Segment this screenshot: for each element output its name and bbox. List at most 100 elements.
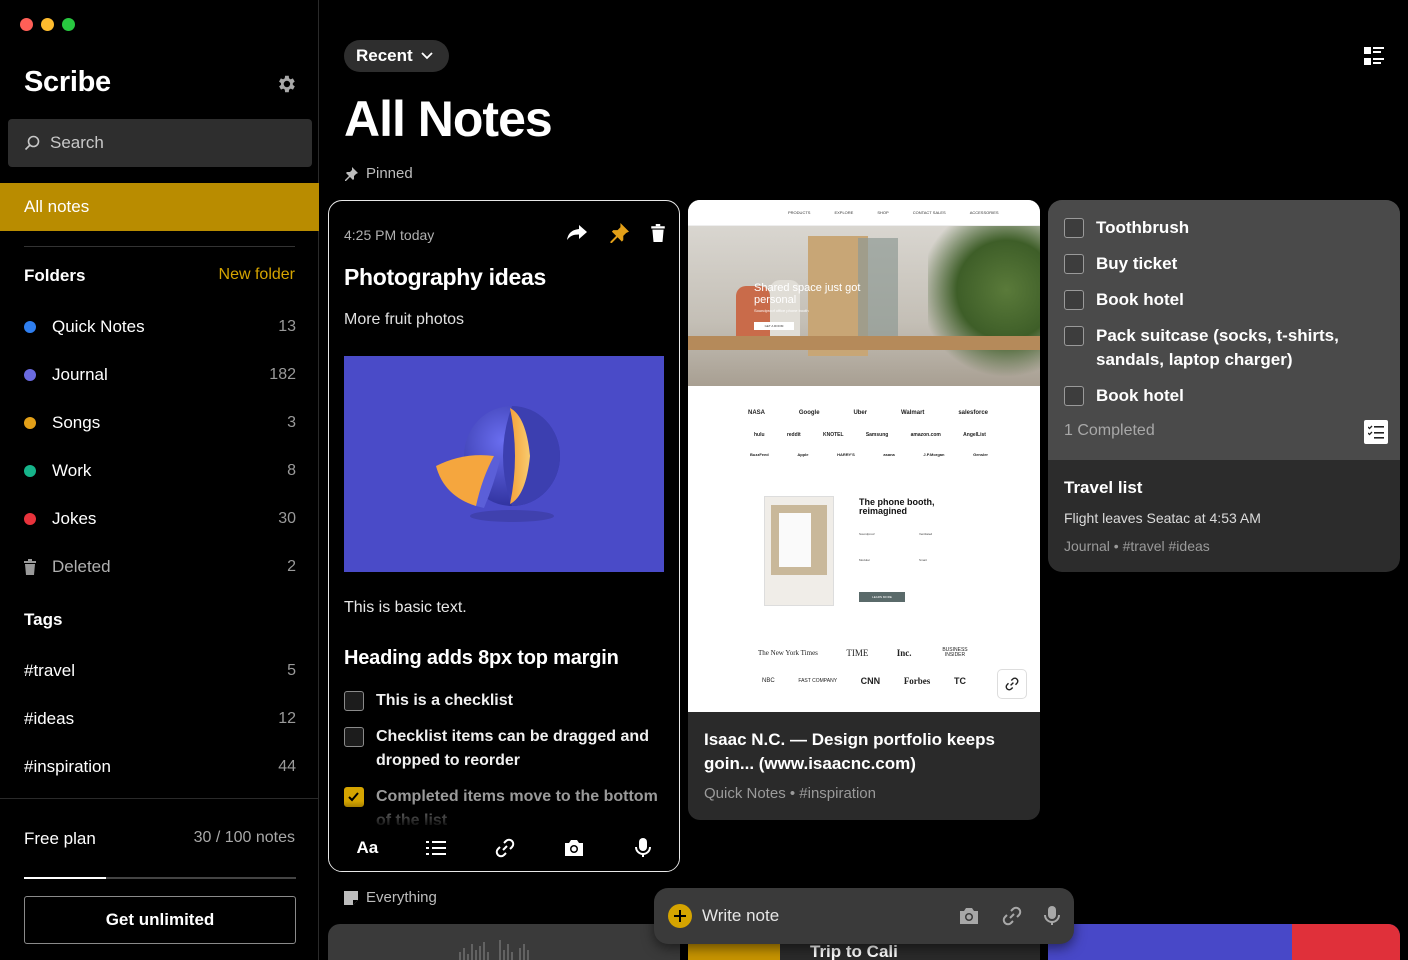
client-logos-row: hulu reddit KNOTEL Samsung amazon.com An… xyxy=(754,432,986,438)
checklist-item[interactable]: This is a checklist xyxy=(344,689,664,713)
page-title: All Notes xyxy=(344,91,553,147)
checklist-item[interactable]: Buy ticket xyxy=(1064,252,1374,276)
note-card[interactable] xyxy=(1048,924,1400,960)
web-clip-card[interactable]: PRODUCTS EXPLORE SHOP CONTACT SALES ACCE… xyxy=(688,200,1040,820)
microphone-button[interactable] xyxy=(623,838,663,858)
press-logo: TIME xyxy=(846,648,869,658)
sidebar-item-quick-notes[interactable]: Quick Notes 13 xyxy=(24,315,296,339)
close-window-button[interactable] xyxy=(20,18,33,31)
list-icon xyxy=(426,841,447,855)
note-subtitle[interactable]: More fruit photos xyxy=(344,311,464,329)
note-card[interactable] xyxy=(328,924,680,960)
main-content: Recent All Notes Pinned 4:25 PM today Ph… xyxy=(320,0,1408,960)
checklist-item[interactable]: Pack suitcase (socks, t-shirts, sandals,… xyxy=(1064,324,1374,372)
client-logo: HARRY'S xyxy=(837,452,855,457)
press-logo: CNN xyxy=(860,676,881,686)
client-logo: Samsung xyxy=(865,432,889,438)
note-editor-card[interactable]: 4:25 PM today Photography ideas More fru… xyxy=(328,200,680,872)
sort-label: Recent xyxy=(356,46,413,65)
pin-icon[interactable] xyxy=(609,223,629,243)
press-logo: BUSINESS INSIDER xyxy=(942,647,968,658)
search-placeholder: Search xyxy=(50,133,104,152)
folder-color-dot xyxy=(24,465,36,477)
link-icon xyxy=(495,838,515,858)
checkbox[interactable] xyxy=(344,691,364,711)
sidebar-item-tag-inspiration[interactable]: #inspiration 44 xyxy=(24,755,296,779)
open-link-button[interactable] xyxy=(998,670,1026,698)
checklist-item[interactable]: Checklist items can be dragged and dropp… xyxy=(344,725,664,773)
gear-icon[interactable] xyxy=(275,73,297,95)
new-folder-button[interactable]: New folder xyxy=(219,266,295,284)
plan-usage: 30 / 100 notes xyxy=(193,829,295,846)
checklist-button[interactable] xyxy=(416,840,456,856)
travel-list-card[interactable]: Toothbrush Buy ticket Book hotel Pack su… xyxy=(1048,200,1400,572)
folder-count: 30 xyxy=(278,510,296,527)
client-logo: KNOTEL xyxy=(822,432,844,438)
sidebar-item-deleted[interactable]: Deleted 2 xyxy=(24,555,296,579)
product-button: LEARN MORE xyxy=(859,592,905,602)
sidebar-item-work[interactable]: Work 8 xyxy=(24,459,296,483)
checklist-item-text: Checklist items can be dragged and dropp… xyxy=(376,728,649,769)
pin-icon xyxy=(345,166,358,181)
checklist-item[interactable]: Book hotel xyxy=(1064,288,1374,312)
client-logos-row: NASA Google Uber Walmart salesforce xyxy=(748,410,988,416)
minimize-window-button[interactable] xyxy=(41,18,54,31)
hero-button: GET A ROOM xyxy=(754,322,794,330)
checkbox[interactable] xyxy=(1064,386,1084,406)
trash-icon[interactable] xyxy=(651,224,665,242)
format-text-button[interactable]: Aa xyxy=(347,838,387,858)
sidebar-item-tag-ideas[interactable]: #ideas 12 xyxy=(24,707,296,731)
sidebar-item-jokes[interactable]: Jokes 30 xyxy=(24,507,296,531)
checkbox[interactable] xyxy=(1064,326,1084,346)
everything-label: Everything xyxy=(366,889,437,906)
checklist-item[interactable]: Book hotel xyxy=(1064,384,1374,408)
phone-booth-image xyxy=(764,496,834,606)
sort-dropdown[interactable]: Recent xyxy=(344,40,449,72)
checkbox[interactable] xyxy=(1064,290,1084,310)
folder-count: 3 xyxy=(287,414,296,431)
press-logo: The New York Times xyxy=(758,649,818,657)
checkbox[interactable] xyxy=(1064,254,1084,274)
get-unlimited-button[interactable]: Get unlimited xyxy=(24,896,296,944)
press-logo: Forbes xyxy=(903,676,931,686)
client-logo: Gensler xyxy=(973,452,988,457)
share-icon[interactable] xyxy=(567,225,587,241)
write-note-input[interactable]: Write note xyxy=(702,906,958,926)
plan-progress-bar xyxy=(24,877,296,879)
note-heading[interactable]: Heading adds 8px top margin xyxy=(344,647,619,670)
note-title[interactable]: Photography ideas xyxy=(344,264,546,291)
client-logo: Walmart xyxy=(900,410,925,416)
folder-label: Jokes xyxy=(52,509,97,528)
zoom-window-button[interactable] xyxy=(62,18,75,31)
checklist-item-text: Book hotel xyxy=(1096,386,1184,405)
sidebar-item-tag-travel[interactable]: #travel 5 xyxy=(24,659,296,683)
note-body-text[interactable]: This is basic text. xyxy=(344,599,467,617)
audio-waveform xyxy=(459,940,529,960)
link-icon[interactable] xyxy=(1002,906,1022,926)
folder-label: Journal xyxy=(52,365,108,384)
note-icon xyxy=(344,890,358,905)
folder-count: 8 xyxy=(287,462,296,479)
checklist-item[interactable]: Toothbrush xyxy=(1064,216,1374,240)
microphone-icon[interactable] xyxy=(1044,906,1060,926)
note-title: Travel list xyxy=(1064,478,1143,497)
link-button[interactable] xyxy=(485,838,525,858)
sidebar-item-songs[interactable]: Songs 3 xyxy=(24,411,296,435)
sidebar: Scribe Search All notes Folders New fold… xyxy=(0,0,319,960)
pinned-label: Pinned xyxy=(366,165,413,182)
checkbox[interactable] xyxy=(344,727,364,747)
press-logo: FAST COMPANY xyxy=(798,678,838,684)
sidebar-item-all-notes[interactable]: All notes xyxy=(0,183,319,231)
note-timestamp: 4:25 PM today xyxy=(344,227,435,243)
search-input[interactable]: Search xyxy=(8,119,312,167)
camera-icon[interactable] xyxy=(958,907,980,925)
checkbox[interactable] xyxy=(1064,218,1084,238)
melon-illustration xyxy=(436,406,560,522)
write-note-bar[interactable]: Write note xyxy=(654,888,1074,944)
plus-icon[interactable] xyxy=(668,904,692,928)
camera-button[interactable] xyxy=(554,839,594,857)
sidebar-item-journal[interactable]: Journal 182 xyxy=(24,363,296,387)
completed-count[interactable]: 1 Completed xyxy=(1064,422,1155,440)
checklist-item-text: Buy ticket xyxy=(1096,254,1178,273)
layout-toggle-icon[interactable] xyxy=(1364,46,1384,66)
